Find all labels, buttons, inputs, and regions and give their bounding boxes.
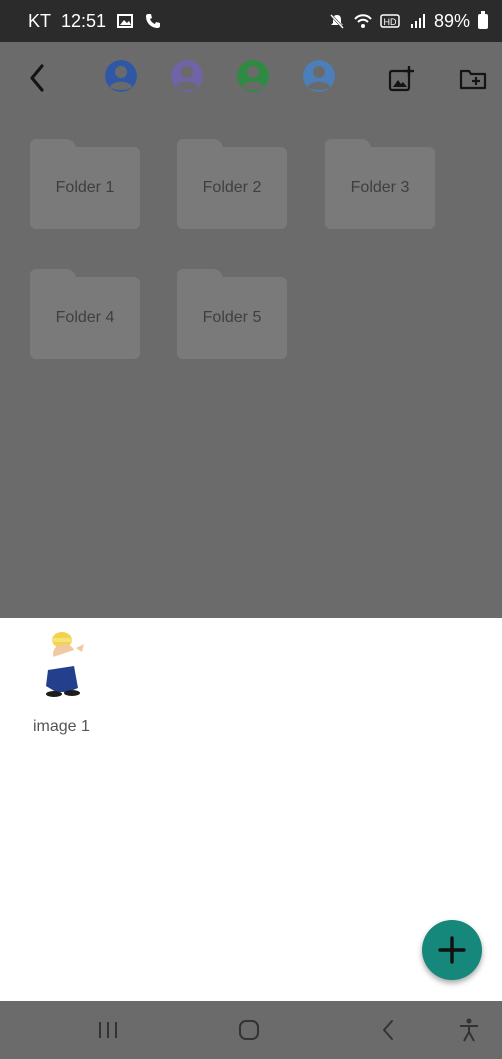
plus-icon <box>438 936 466 964</box>
folder-label: Folder 1 <box>30 147 140 229</box>
clock: 12:51 <box>61 10 107 31</box>
mute-icon <box>328 12 346 30</box>
back-button[interactable] <box>24 60 52 96</box>
folder-item[interactable]: Folder 5 <box>177 269 287 359</box>
image-label: image 1 <box>33 718 90 735</box>
folder-label: Folder 3 <box>325 147 435 229</box>
home-button[interactable] <box>235 1017 263 1043</box>
folder-item[interactable]: Folder 3 <box>325 139 435 229</box>
folder-item[interactable]: Folder 1 <box>30 139 140 229</box>
user-avatar[interactable] <box>237 60 269 92</box>
folder-label: Folder 5 <box>177 277 287 359</box>
battery-icon <box>478 10 488 29</box>
add-folder-icon[interactable] <box>458 64 488 94</box>
folder-item[interactable]: Folder 4 <box>30 269 140 359</box>
user-avatar[interactable] <box>171 60 203 92</box>
user-avatar[interactable] <box>303 60 335 92</box>
carrier-label: KT <box>28 10 52 31</box>
battery-percent: 89% <box>433 10 470 31</box>
folder-area: Folder 1 Folder 2 Folder 3 Folder 4 Fold… <box>0 42 502 618</box>
status-left: KT 12:51 <box>28 11 162 32</box>
toolbar <box>0 42 502 116</box>
svg-text:HD: HD <box>383 17 396 27</box>
status-right: HD 89% <box>328 10 488 32</box>
system-nav-bar <box>0 1001 502 1059</box>
nav-back-button[interactable] <box>375 1017 403 1043</box>
folder-label: Folder 4 <box>30 277 140 359</box>
hd-icon: HD <box>380 12 400 30</box>
wifi-icon <box>354 12 372 30</box>
add-button[interactable] <box>422 920 482 980</box>
recent-apps-button[interactable] <box>94 1017 122 1043</box>
accessibility-button[interactable] <box>455 1017 483 1043</box>
add-image-icon[interactable] <box>386 64 416 94</box>
signal-icon <box>408 12 426 30</box>
user-avatar[interactable] <box>105 60 137 92</box>
image-icon <box>116 12 134 30</box>
folder-label: Folder 2 <box>177 147 287 229</box>
image-thumbnail[interactable] <box>38 630 88 702</box>
folder-item[interactable]: Folder 2 <box>177 139 287 229</box>
status-bar: KT 12:51 HD 89% <box>0 0 502 42</box>
phone-icon <box>144 12 162 30</box>
